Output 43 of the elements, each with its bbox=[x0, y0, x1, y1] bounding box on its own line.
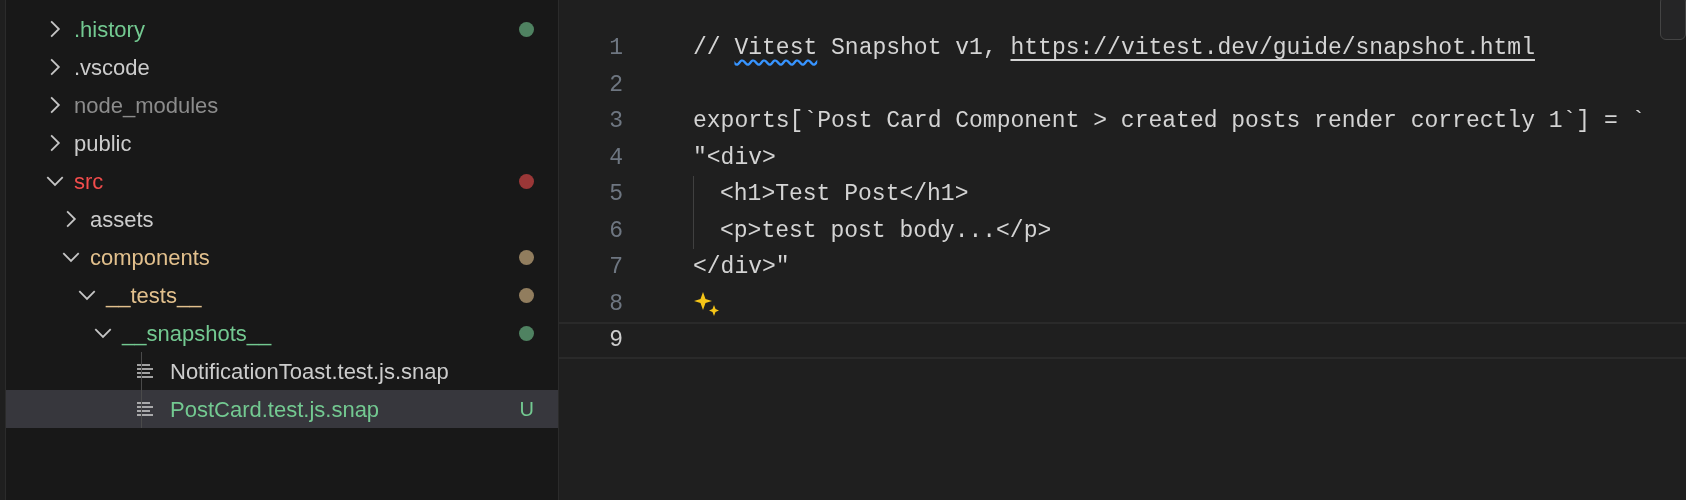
code-text: <h1>Test Post</h1> bbox=[720, 180, 969, 209]
folder-row[interactable]: .history bbox=[6, 10, 558, 48]
lines-icon bbox=[136, 401, 154, 417]
code-text: <p>test post body...</p> bbox=[720, 216, 1052, 246]
line-number: 3 bbox=[608, 107, 623, 136]
folder-row[interactable]: __snapshots__ bbox=[6, 314, 558, 352]
file-name: PostCard.test.js.snap bbox=[170, 395, 380, 424]
line-number: 5 bbox=[608, 180, 623, 209]
folder-name: .history bbox=[74, 15, 145, 44]
lines-icon bbox=[136, 363, 154, 379]
line-number: 4 bbox=[608, 143, 623, 173]
folder-name: components bbox=[90, 243, 210, 272]
line-number: 6 bbox=[608, 216, 623, 246]
folder-row[interactable]: .vscode bbox=[6, 48, 558, 86]
file-name: NotificationToast.test.js.snap bbox=[170, 357, 449, 386]
folder-row[interactable]: components bbox=[6, 238, 558, 276]
folder-name: src bbox=[74, 167, 104, 196]
folder-row[interactable]: assets bbox=[6, 200, 558, 238]
folder-name: __snapshots__ bbox=[122, 319, 272, 348]
file-row[interactable]: NotificationToast.test.js.snap bbox=[6, 352, 558, 390]
line-number: 1 bbox=[608, 34, 623, 63]
folder-row[interactable]: public bbox=[6, 124, 558, 162]
folder-name: public bbox=[74, 129, 132, 158]
code-text: // bbox=[693, 34, 722, 63]
folder-name: __tests__ bbox=[106, 281, 202, 310]
code-text: Vitest bbox=[734, 34, 818, 63]
git-status: U bbox=[519, 397, 534, 422]
line-number: 7 bbox=[608, 253, 623, 282]
folder-name: .vscode bbox=[74, 53, 150, 82]
line-number: 2 bbox=[608, 70, 623, 100]
code-text: Snapshot v1, bbox=[830, 34, 998, 63]
folder-row[interactable]: src bbox=[6, 162, 558, 200]
code-text: </div>" bbox=[693, 253, 790, 282]
line-number: 8 bbox=[608, 289, 623, 319]
line-number: 9 bbox=[608, 326, 623, 355]
code-text: "<div> bbox=[693, 143, 776, 173]
folder-row[interactable]: __tests__ bbox=[6, 276, 558, 314]
folder-row[interactable]: node_modules bbox=[6, 86, 558, 124]
folder-name: assets bbox=[90, 205, 154, 234]
code-text: exports[`Post Card Component > created posts render correctly 1`] = ` bbox=[693, 107, 1646, 136]
file-row[interactable]: PostCard.test.js.snap U bbox=[6, 390, 558, 428]
folder-name: node_modules bbox=[74, 91, 219, 120]
code-link[interactable]: https://vitest.dev/guide/snapshot.html bbox=[1010, 31, 1535, 66]
